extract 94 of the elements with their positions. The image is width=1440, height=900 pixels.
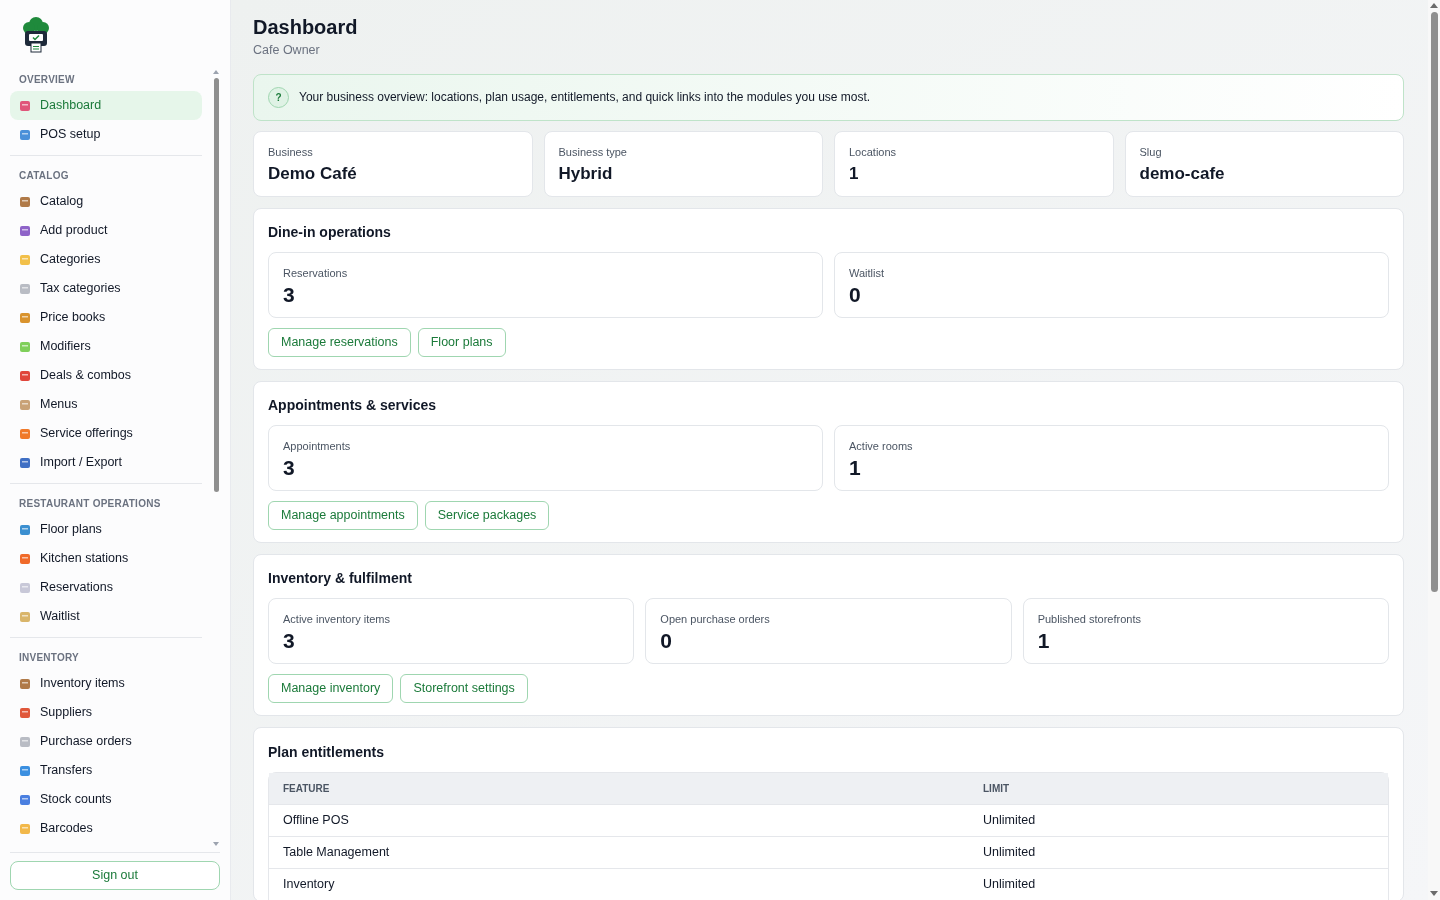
menu-item[interactable]: Modifiers	[10, 332, 202, 361]
menu-item[interactable]: Import / Export	[10, 448, 202, 477]
menu-item[interactable]: Floor plans	[10, 515, 202, 544]
menu-item-icon	[19, 456, 31, 469]
stat-value: 1	[849, 162, 860, 185]
stat-value: Demo Café	[268, 162, 358, 185]
menu-item[interactable]: Catalog	[10, 187, 202, 216]
table-cell-text: Offline POS	[282, 811, 350, 829]
section-heading: OVERVIEW	[18, 73, 76, 87]
section-heading: CATALOG	[18, 169, 70, 183]
menu-item[interactable]: Waitlist	[10, 602, 202, 631]
menu-item-icon	[19, 253, 31, 266]
link-button[interactable]: Manage appointments	[268, 500, 418, 530]
card-title: Inventory & fulfilment	[268, 568, 413, 588]
menu-item[interactable]: Menus	[10, 390, 202, 419]
link-button[interactable]: Manage reservations	[268, 327, 411, 357]
menu-item-icon	[19, 224, 31, 237]
link-button[interactable]: Manage inventory	[268, 673, 394, 703]
menu-item[interactable]: Purchase orders	[10, 727, 202, 756]
stat-value: Hybrid	[558, 162, 614, 185]
stat-value: 3	[283, 454, 296, 481]
column-header: LIMIT	[982, 781, 1011, 796]
menu-item[interactable]: Barcodes	[10, 814, 202, 843]
menu-item[interactable]: Reservations	[10, 573, 202, 602]
menu-item-icon	[19, 677, 31, 690]
card-title: Appointments & services	[268, 395, 438, 415]
menu-item-icon	[19, 793, 31, 806]
page-subtitle: Cafe Owner	[253, 42, 321, 59]
menu-item-icon	[19, 552, 31, 565]
stat-label: Active rooms	[849, 438, 914, 454]
table-cell-text: Unlimited	[982, 843, 1037, 861]
stat-value: 1	[849, 454, 862, 481]
menu-item[interactable]: Kitchen stations	[10, 544, 202, 573]
stat-label: Waitlist	[849, 265, 886, 281]
menu-item-icon	[19, 822, 31, 835]
stat-value: 0	[660, 627, 673, 654]
menu-item-icon	[19, 99, 31, 112]
table-cell-text: Unlimited	[982, 811, 1037, 829]
link-button[interactable]: Floor plans	[417, 327, 506, 357]
menu-item-icon	[19, 581, 31, 594]
stat-label: Published storefronts	[1037, 611, 1142, 627]
stat-label: Reservations	[283, 265, 349, 281]
menu-item-icon	[19, 340, 31, 353]
menu-item[interactable]: Add product	[10, 216, 202, 245]
menu-item-icon	[19, 523, 31, 536]
menu-item[interactable]: Tax categories	[10, 274, 202, 303]
menu-item-icon	[19, 282, 31, 295]
menu-item-icon	[19, 427, 31, 440]
card-title: Plan entitlements	[268, 742, 385, 762]
menu-item-icon	[19, 610, 31, 623]
stat-value: 3	[283, 281, 296, 308]
link-button[interactable]: Storefront settings	[400, 673, 528, 703]
menu-item-icon	[19, 195, 31, 208]
link-button[interactable]: Service packages	[424, 500, 550, 530]
menu-item[interactable]: Stock counts	[10, 785, 202, 814]
menu-item-icon	[19, 311, 31, 324]
stat-value: 0	[849, 281, 862, 308]
menu-item[interactable]: Price books	[10, 303, 202, 332]
menu-item-icon	[19, 764, 31, 777]
stat-label: Active inventory items	[283, 611, 391, 627]
menu-item[interactable]: Dashboard	[10, 91, 202, 120]
stat-label: Business	[268, 144, 314, 160]
stat-label: Business type	[558, 144, 628, 160]
card-title: Dine-in operations	[268, 222, 392, 242]
sign-out-button[interactable]: Sign out	[10, 861, 220, 890]
stat-value: 1	[1037, 627, 1051, 654]
stat-value: 3	[283, 627, 296, 654]
column-header: FEATURE	[282, 781, 331, 796]
menu-item[interactable]: Suppliers	[10, 698, 202, 727]
menu-item-icon	[19, 706, 31, 719]
help-icon: ?	[268, 86, 289, 108]
menu-item[interactable]: Transfers	[10, 756, 202, 785]
menu-item-icon	[19, 398, 31, 411]
info-text: Your business overview: locations, plan usage, entitlements, and quick links into the modules you use most.	[299, 89, 871, 107]
menu-item-icon	[19, 128, 31, 141]
section-heading: INVENTORY	[18, 651, 81, 665]
stat-label: Appointments	[283, 438, 352, 454]
menu-item[interactable]: Service offerings	[10, 419, 202, 448]
menu-item[interactable]: Inventory items	[10, 669, 202, 698]
stat-value: demo-cafe	[1139, 162, 1226, 185]
stat-label: Locations	[849, 144, 898, 160]
menu-item[interactable]: Deals & combos	[10, 361, 202, 390]
stat-label: Slug	[1139, 144, 1163, 160]
menu-item[interactable]: POS setup	[10, 120, 202, 149]
logo-icon	[22, 16, 50, 54]
section-heading: RESTAURANT OPERATIONS	[18, 497, 162, 511]
table-cell-text: Inventory	[282, 875, 336, 893]
table-cell-text: Table Management	[282, 843, 391, 861]
menu-item[interactable]: Categories	[10, 245, 202, 274]
stat-label: Open purchase orders	[660, 611, 771, 627]
table-cell-text: Unlimited	[982, 875, 1037, 893]
menu-item-icon	[19, 369, 31, 382]
page-title: Dashboard	[253, 15, 359, 40]
menu-item-icon	[19, 735, 31, 748]
